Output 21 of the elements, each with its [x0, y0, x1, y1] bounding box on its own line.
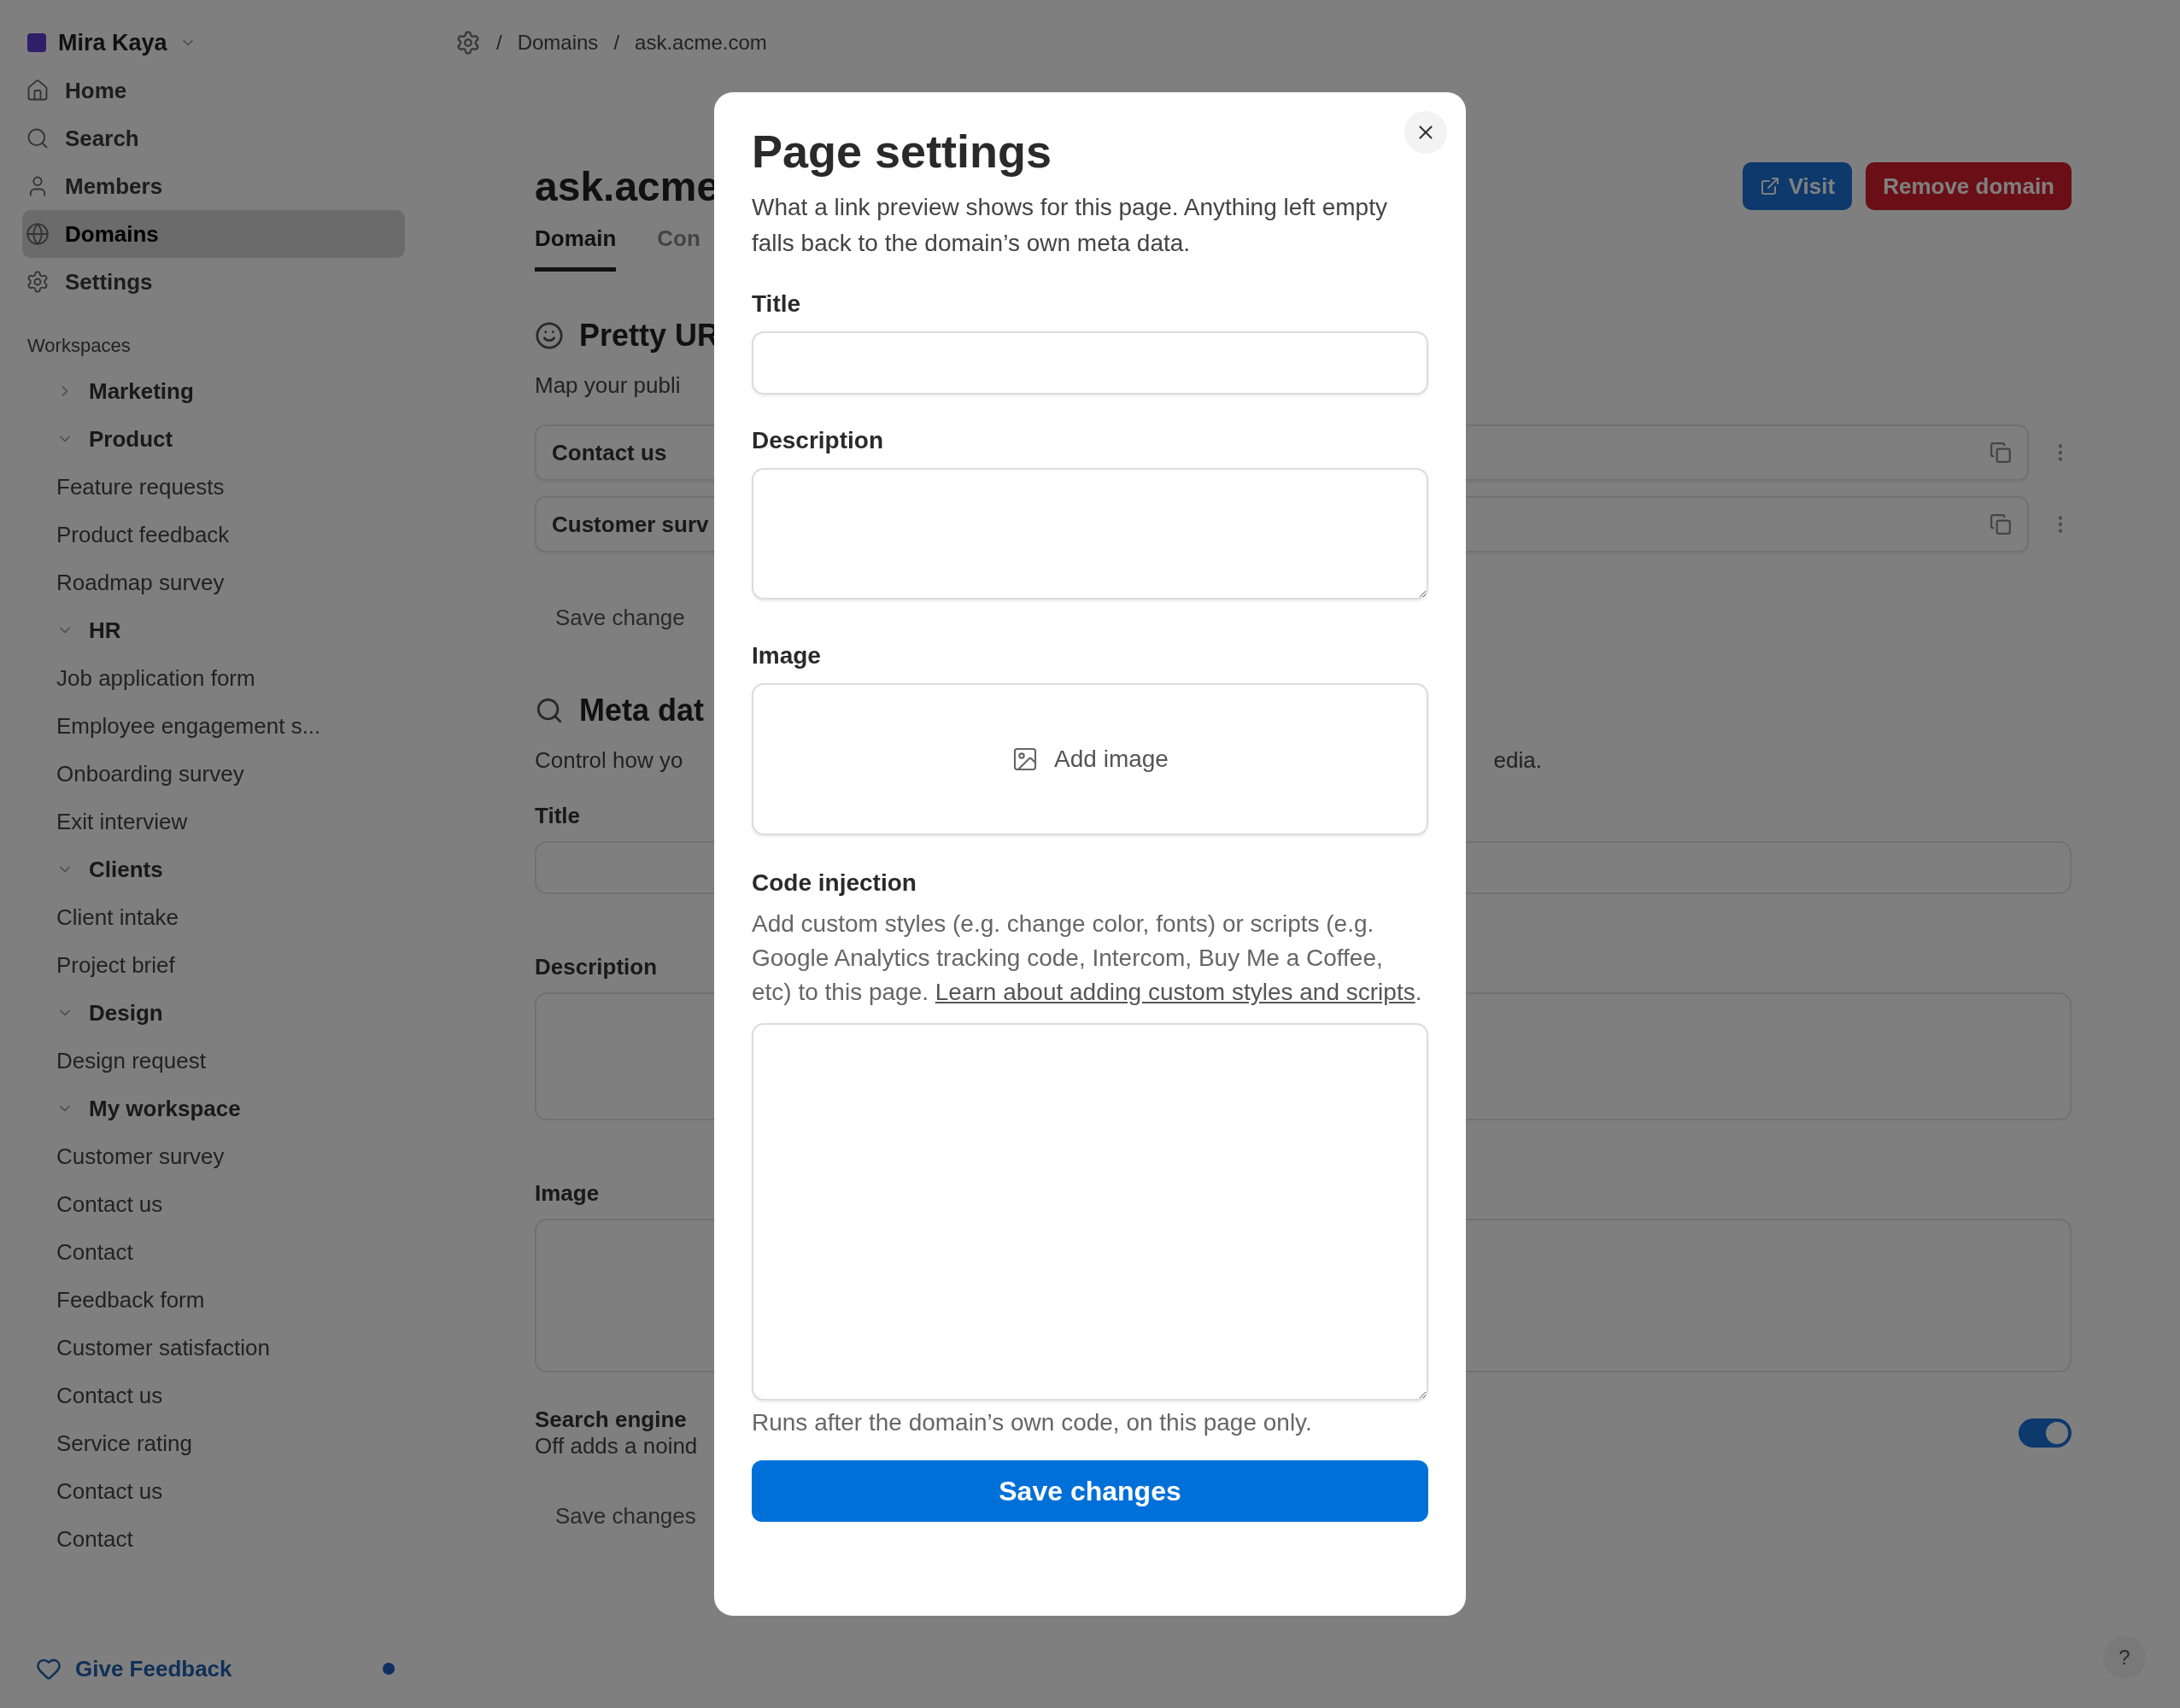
field-label: Title	[752, 290, 802, 318]
section-description-end: edia.	[1493, 747, 1542, 774]
dialog-title: Page settings	[752, 125, 1052, 178]
field-label: Title	[535, 803, 580, 829]
field-label: Image	[535, 1180, 600, 1207]
section-description: Map your publi	[535, 372, 681, 399]
page-title: ask.acme	[535, 162, 720, 210]
field-label: Code injection	[752, 869, 917, 897]
field-label: Image	[752, 642, 822, 670]
field-label: Description	[752, 427, 885, 454]
hint-text: Runs after the domain’s own code, on this page only.	[752, 1409, 1313, 1436]
section-description: Control how yo	[535, 747, 683, 774]
breadcrumb-separator: /	[496, 31, 502, 55]
help-text: Add custom styles (e.g. change color, fonts) or scripts (e.g. Google Analytics tracking code, Intercom, Buy Me a Coffee, etc) to this page. Learn about adding custom styles and scripts.	[752, 910, 1423, 1007]
section-title: Workspaces	[27, 335, 131, 357]
setting-title: Search engine	[535, 1407, 688, 1433]
breadcrumb-separator: /	[613, 31, 620, 55]
section-heading: Meta dat	[579, 693, 705, 728]
dialog-description: What a link preview shows for this page. Anything left empty falls back to the domain’s own meta data.	[752, 193, 1388, 258]
setting-description: Off adds a noind	[535, 1433, 698, 1459]
field-label: Description	[535, 954, 658, 980]
